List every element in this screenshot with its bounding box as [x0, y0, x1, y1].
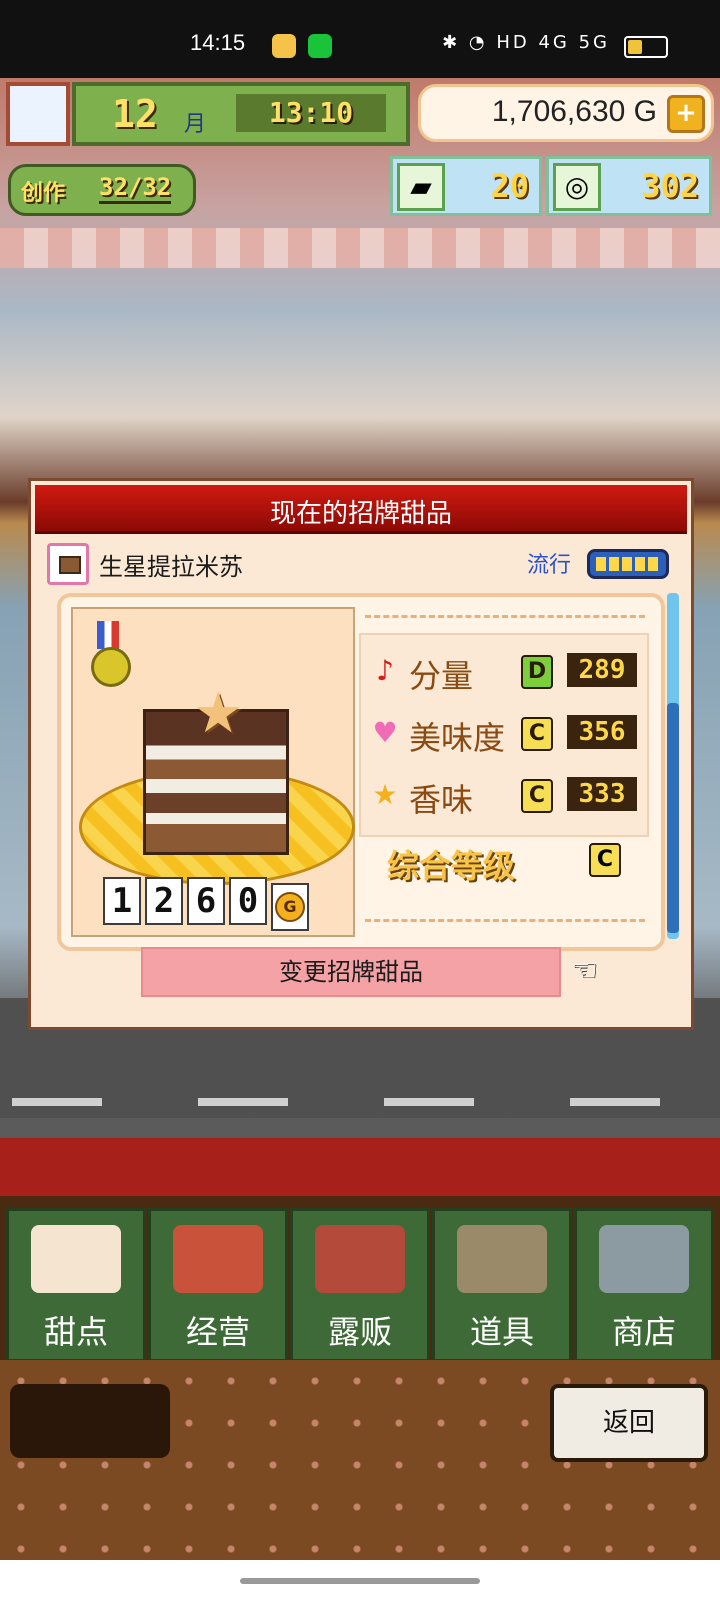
- menu-label: 甜点: [43, 1313, 108, 1351]
- battery-icon: [624, 36, 668, 58]
- star-cookie-icon: ★: [193, 681, 244, 746]
- stat-label: 香味: [409, 781, 474, 819]
- gold-bar-icon: ▰: [397, 163, 445, 211]
- game-clock: 13:10: [236, 94, 386, 132]
- plate-icon: ◎: [553, 163, 601, 211]
- menu-desserts-button[interactable]: 甜点: [6, 1208, 146, 1362]
- stat-label: 美味度: [409, 719, 506, 757]
- stat-row-aroma: ★ 香味 C 333: [369, 771, 639, 821]
- heart-icon: ♥: [372, 716, 398, 749]
- trend-meter: [587, 549, 669, 579]
- month-number: 12: [112, 92, 158, 136]
- menu-label: 露贩: [327, 1313, 392, 1351]
- dessert-box-icon: [47, 543, 89, 585]
- star-icon: ★: [372, 778, 398, 811]
- overall-grade: C: [589, 843, 621, 877]
- price-digit: 6: [187, 877, 225, 925]
- divider: [365, 615, 645, 618]
- dialog-title: 现在的招牌甜品: [269, 499, 452, 529]
- create-label: 创作: [21, 181, 66, 206]
- stat-row-volume: ♪ 分量 D 289: [369, 647, 639, 697]
- stat-label: 分量: [409, 657, 474, 695]
- menu-label: 经营: [185, 1313, 250, 1351]
- stat-grade: C: [521, 779, 553, 813]
- price-digit: 2: [145, 877, 183, 925]
- home-gesture-bar[interactable]: [240, 1578, 480, 1584]
- gold-coin-icon: G: [271, 883, 309, 931]
- music-note-icon: ♪: [376, 654, 394, 687]
- dessert-detail-panel: ★ 1260G ♪ 分量 D 289 ♥ 美味度 C 356 ★ 香味 C 33…: [57, 593, 665, 951]
- menu-items-button[interactable]: 道具: [432, 1208, 572, 1362]
- divider: [365, 919, 645, 922]
- plate-count: 302: [641, 167, 699, 205]
- plate-resource: ◎ 302: [546, 156, 712, 216]
- menu-label: 道具: [469, 1313, 534, 1351]
- create-counter: 创作 32/32: [8, 164, 196, 216]
- menu-food-truck-button[interactable]: 露贩: [290, 1208, 430, 1362]
- menu-banner: [0, 1138, 720, 1198]
- money-amount: 1,706,630 G: [491, 95, 657, 128]
- price-digit: 0: [229, 877, 267, 925]
- shop-icon: [173, 1225, 263, 1293]
- dessert-image-pane: ★ 1260G: [71, 607, 355, 937]
- back-button[interactable]: 返回: [550, 1384, 708, 1462]
- system-nav-bar: [0, 1560, 720, 1600]
- signature-dessert-dialog: 现在的招牌甜品 生星提拉米苏 流行 ★ 1260G ♪ 分量 D 289 ♥ 美…: [28, 478, 694, 1030]
- network-status-icons: ✱ ◔ HD 4G 5G: [442, 32, 610, 53]
- stat-value: 356: [567, 715, 637, 749]
- footer-panel: 返回: [0, 1360, 720, 1560]
- scrollbar-thumb[interactable]: [667, 703, 679, 933]
- menu-management-button[interactable]: 经营: [148, 1208, 288, 1362]
- price-unit: G: [275, 892, 305, 922]
- status-time: 14:15: [190, 30, 246, 55]
- weibo-notification-icon: [272, 34, 296, 58]
- status-bar: 14:15 ✱ ◔ HD 4G 5G: [0, 0, 720, 78]
- gear-bag-icon: [457, 1225, 547, 1293]
- menu-label: 商店: [611, 1313, 676, 1351]
- price-display: 1260G: [103, 877, 309, 931]
- dessert-name: 生星提拉米苏: [99, 553, 243, 581]
- player-avatar[interactable]: [6, 82, 70, 146]
- stat-value: 333: [567, 777, 637, 811]
- create-value: 32/32: [99, 173, 172, 204]
- cake-icon: [31, 1225, 121, 1293]
- info-slot: [10, 1384, 170, 1458]
- dialog-scrollbar[interactable]: [667, 593, 679, 939]
- dialog-header: 现在的招牌甜品: [35, 485, 687, 534]
- calendar-panel: 12 月 13:10: [72, 82, 410, 146]
- money-display: 1,706,630 G +: [418, 84, 714, 142]
- stat-value: 289: [567, 653, 637, 687]
- medal-icon: [89, 621, 131, 687]
- month-unit: 月: [184, 112, 207, 137]
- add-money-button[interactable]: +: [667, 95, 705, 133]
- message-notification-icon: [308, 34, 332, 58]
- stat-row-taste: ♥ 美味度 C 356: [369, 709, 639, 759]
- trend-label: 流行: [527, 553, 572, 578]
- overall-grade-label: 综合等级: [387, 847, 516, 885]
- gold-bar-resource: ▰ 20: [390, 156, 542, 216]
- pointing-hand-icon: ☜: [571, 953, 598, 988]
- gold-bar-count: 20: [490, 167, 529, 205]
- awning-decoration: [0, 228, 720, 268]
- stat-grade: C: [521, 717, 553, 751]
- price-digit: 1: [103, 877, 141, 925]
- cart-icon: [599, 1225, 689, 1293]
- stat-grade: D: [521, 655, 553, 689]
- food-truck-icon: [315, 1225, 405, 1293]
- menu-store-button[interactable]: 商店: [574, 1208, 714, 1362]
- change-dessert-button[interactable]: 变更招牌甜品: [141, 947, 561, 997]
- stats-box: ♪ 分量 D 289 ♥ 美味度 C 356 ★ 香味 C 333: [359, 633, 649, 837]
